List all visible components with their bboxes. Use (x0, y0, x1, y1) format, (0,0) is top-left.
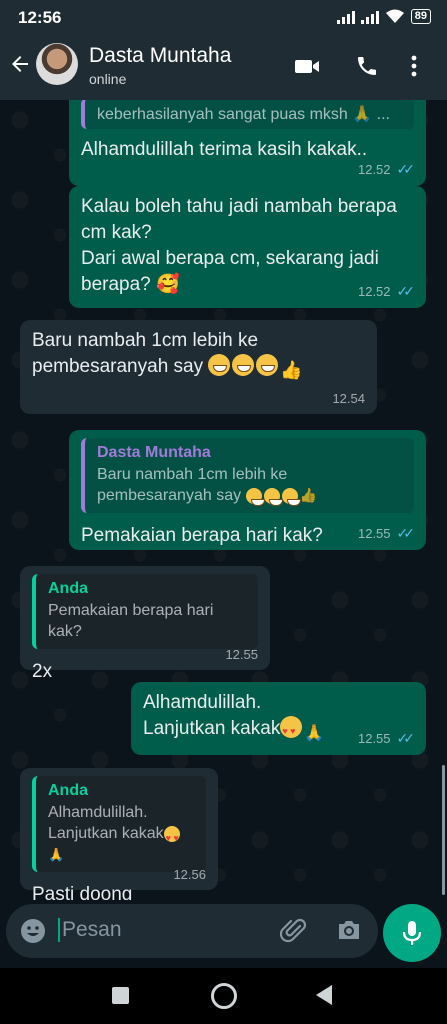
message-outgoing[interactable]: Alhamdulillah. Lanjutkan kakak 🙏 12.55 ✓✓ (131, 682, 426, 755)
status-icons: 89 (336, 9, 431, 24)
mic-button[interactable] (383, 904, 441, 962)
message-meta: 12.56 (173, 867, 206, 882)
pray-emoji-icon: 🙏 (48, 847, 65, 862)
read-ticks-icon: ✓✓ (396, 730, 416, 746)
message-text: Alhamdulillah. (143, 692, 262, 713)
message-meta: 12.55 ✓✓ (357, 730, 416, 747)
message-text-line: cm kak? (81, 222, 152, 243)
heart-eyes-emoji-icon (280, 716, 303, 744)
message-text: pembesaranyah say (32, 356, 204, 377)
nav-back-icon[interactable] (315, 984, 333, 1006)
status-bar: 12:56 89 (0, 0, 447, 36)
camera-icon[interactable] (336, 918, 362, 942)
message-outgoing[interactable]: Dasta Muntaha Baru nambah 1cm lebih ke p… (69, 430, 426, 550)
home-icon[interactable] (211, 983, 237, 1009)
chat-area[interactable]: keberhasilanyah sangat puas mksh 🙏 ... A… (0, 100, 447, 900)
message-meta: 12.52 ✓✓ (357, 161, 416, 178)
message-text-line: pembesaranyah say 👍 (32, 354, 365, 380)
message-time: 12.55 (357, 731, 391, 746)
heart-eyes-emoji-icon (163, 826, 180, 849)
message-time: 12.52 (357, 284, 391, 299)
message-outgoing[interactable]: keberhasilanyah sangat puas mksh 🙏 ... A… (69, 100, 426, 186)
contact-name[interactable]: Dasta Muntaha (89, 44, 231, 68)
quote-text: Pemakaian berapa hari kak? (48, 602, 214, 640)
grin-emoji-icon (245, 488, 265, 506)
battery-indicator: 89 (410, 9, 431, 24)
message-input[interactable]: Pesan (58, 918, 122, 942)
message-incoming[interactable]: Anda Pemakaian berapa hari kak? 2x 12.55 (20, 566, 270, 682)
message-text-line: Kalau boleh tahu jadi nambah berapa (81, 196, 397, 217)
quote-text: Alhamdulillah. (48, 804, 148, 821)
signal-icon (336, 10, 355, 24)
quote-text-line: Lanjutkan kakak 🙏 (48, 823, 196, 865)
grin-emoji-icon (281, 488, 301, 506)
quote-text-line: pembesaranyah say 👍 (97, 485, 404, 506)
read-ticks-icon: ✓✓ (396, 283, 416, 299)
message-text-line: Baru nambah 1cm lebih ke (32, 330, 259, 351)
quote-author: Anda (48, 580, 88, 597)
more-options-icon[interactable] (410, 54, 418, 78)
message-meta: 12.52 ✓✓ (357, 283, 416, 300)
emoji-icon[interactable] (20, 918, 46, 944)
message-meta: 12.54 (332, 391, 365, 406)
pray-emoji-icon: 🙏 (304, 725, 325, 742)
message-incoming[interactable]: Baru nambah 1cm lebih ke pembesaranyah s… (20, 320, 377, 414)
grin-emoji-icon (256, 354, 279, 376)
scrollbar[interactable] (442, 765, 445, 895)
signal-icon-2 (360, 10, 379, 24)
quoted-message[interactable]: Dasta Muntaha Baru nambah 1cm lebih ke p… (81, 438, 414, 513)
thumbs-up-emoji-icon: 👍 (280, 360, 303, 380)
message-meta: 12.55 ✓✓ (357, 525, 416, 542)
quote-author: Dasta Muntaha (97, 444, 211, 461)
back-arrow-icon[interactable] (8, 52, 32, 76)
video-call-icon[interactable] (293, 54, 321, 78)
quote-text: keberhasilanyah sangat puas mksh 🙏 ... (97, 106, 390, 123)
contact-status: online (89, 71, 127, 87)
thumbs-up-emoji-icon: 👍 (299, 487, 317, 503)
quoted-message[interactable]: Anda Pemakaian berapa hari kak? (32, 574, 258, 649)
read-ticks-icon: ✓✓ (396, 525, 416, 541)
avatar[interactable] (36, 43, 78, 85)
system-nav-bar (0, 968, 447, 1024)
message-time: 12.56 (173, 867, 206, 882)
quote-text: pembesaranyah say (97, 487, 242, 504)
grin-emoji-icon (208, 354, 231, 376)
message-text: Lanjutkan kakak (143, 718, 281, 739)
quote-text: Baru nambah 1cm lebih ke (97, 466, 288, 483)
grin-emoji-icon (232, 354, 255, 376)
phone-icon[interactable] (355, 54, 379, 78)
message-text-line: Dari awal berapa cm, sekarang jadi (81, 248, 379, 269)
quote-text: Lanjutkan kakak (48, 825, 164, 842)
status-time: 12:56 (18, 8, 62, 27)
grin-emoji-icon (263, 488, 283, 506)
message-outgoing[interactable]: Kalau boleh tahu jadi nambah berapa cm k… (69, 186, 426, 308)
quoted-message[interactable]: Anda Alhamdulillah. Lanjutkan kakak 🙏 (32, 776, 206, 872)
mic-icon (402, 921, 422, 945)
wifi-icon (385, 9, 404, 23)
message-time: 12.55 (225, 647, 258, 662)
message-time: 12.52 (357, 162, 391, 177)
message-incoming[interactable]: Anda Alhamdulillah. Lanjutkan kakak 🙏 Pas… (20, 768, 218, 900)
message-time: 12.54 (332, 391, 365, 406)
recents-icon[interactable] (112, 987, 129, 1004)
chat-header: Dasta Muntaha online (0, 36, 447, 100)
message-time: 12.55 (357, 526, 391, 541)
read-ticks-icon: ✓✓ (396, 161, 416, 177)
message-meta: 12.55 (225, 647, 258, 662)
quoted-message[interactable]: keberhasilanyah sangat puas mksh 🙏 ... (81, 100, 414, 129)
message-input-bar: Pesan (6, 904, 378, 958)
attach-icon[interactable] (280, 917, 308, 945)
message-text: Pasti doong (32, 884, 133, 900)
message-text: Alhamdulillah terima kasih kakak.. (81, 139, 368, 160)
quote-author: Anda (48, 782, 88, 799)
